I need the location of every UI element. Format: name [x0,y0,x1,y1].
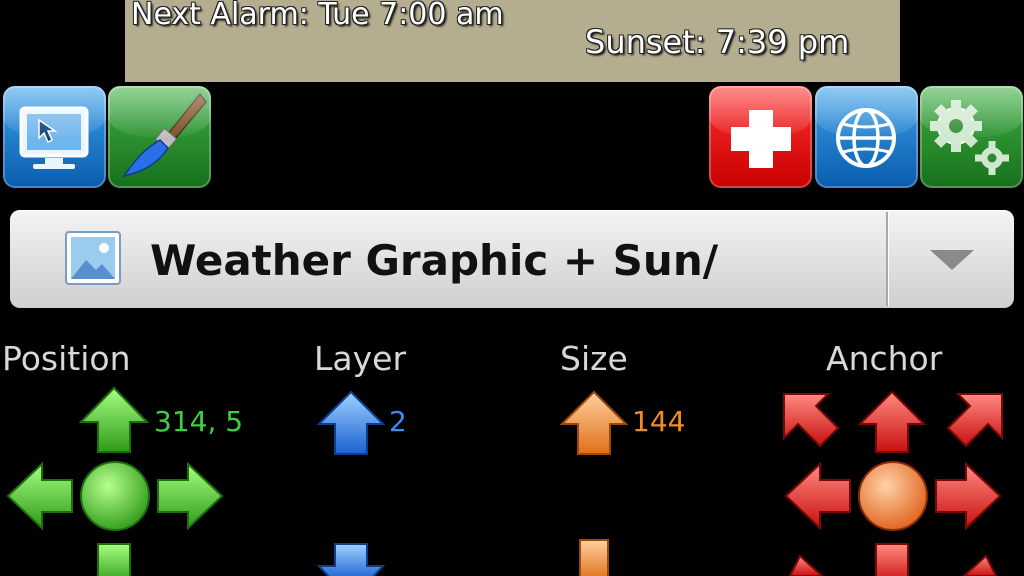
spinner-divider [886,212,888,306]
sunset-text: Sunset: 7:39 pm [585,23,850,61]
position-label: Position [2,339,131,378]
display-button[interactable] [3,86,106,188]
position-left-arrow[interactable] [6,461,73,531]
paint-button[interactable] [108,86,211,188]
layer-up-arrow[interactable] [316,390,386,455]
spinner-selected-text: Weather Graphic + Sun/ [150,236,719,285]
settings-button[interactable] [920,86,1023,188]
position-up-arrow[interactable] [78,386,150,453]
size-up-arrow[interactable] [559,390,629,455]
size-down-arrow[interactable] [579,539,609,576]
position-right-arrow[interactable] [157,461,224,531]
top-right-gutter [900,0,1024,82]
anchor-center-button[interactable] [858,461,928,531]
paintbrush-icon [122,92,207,178]
chevron-down-icon[interactable] [930,250,974,272]
position-center-button[interactable] [80,461,150,531]
globe-icon [836,108,896,168]
anchor-down-right-arrow[interactable] [962,554,998,576]
image-icon [65,231,121,285]
layer-down-arrow[interactable] [316,543,386,576]
layer-label: Layer [314,339,407,378]
add-button[interactable] [709,86,812,188]
size-label: Size [560,339,628,378]
anchor-up-arrow[interactable] [857,390,927,453]
anchor-up-left-arrow[interactable] [783,393,840,448]
gears-icon [930,100,1009,175]
web-button[interactable] [815,86,918,188]
next-alarm-text: Next Alarm: Tue 7:00 am [131,0,504,32]
anchor-left-arrow[interactable] [784,461,851,531]
anchor-up-right-arrow[interactable] [946,393,1003,448]
monitor-cursor-icon [19,106,89,169]
position-down-arrow[interactable] [97,543,131,576]
anchor-label: Anchor [826,339,943,378]
plus-icon [731,110,791,168]
top-left-gutter [0,0,125,82]
anchor-right-arrow[interactable] [935,461,1002,531]
anchor-down-left-arrow[interactable] [788,554,824,576]
anchor-down-arrow[interactable] [875,543,909,576]
